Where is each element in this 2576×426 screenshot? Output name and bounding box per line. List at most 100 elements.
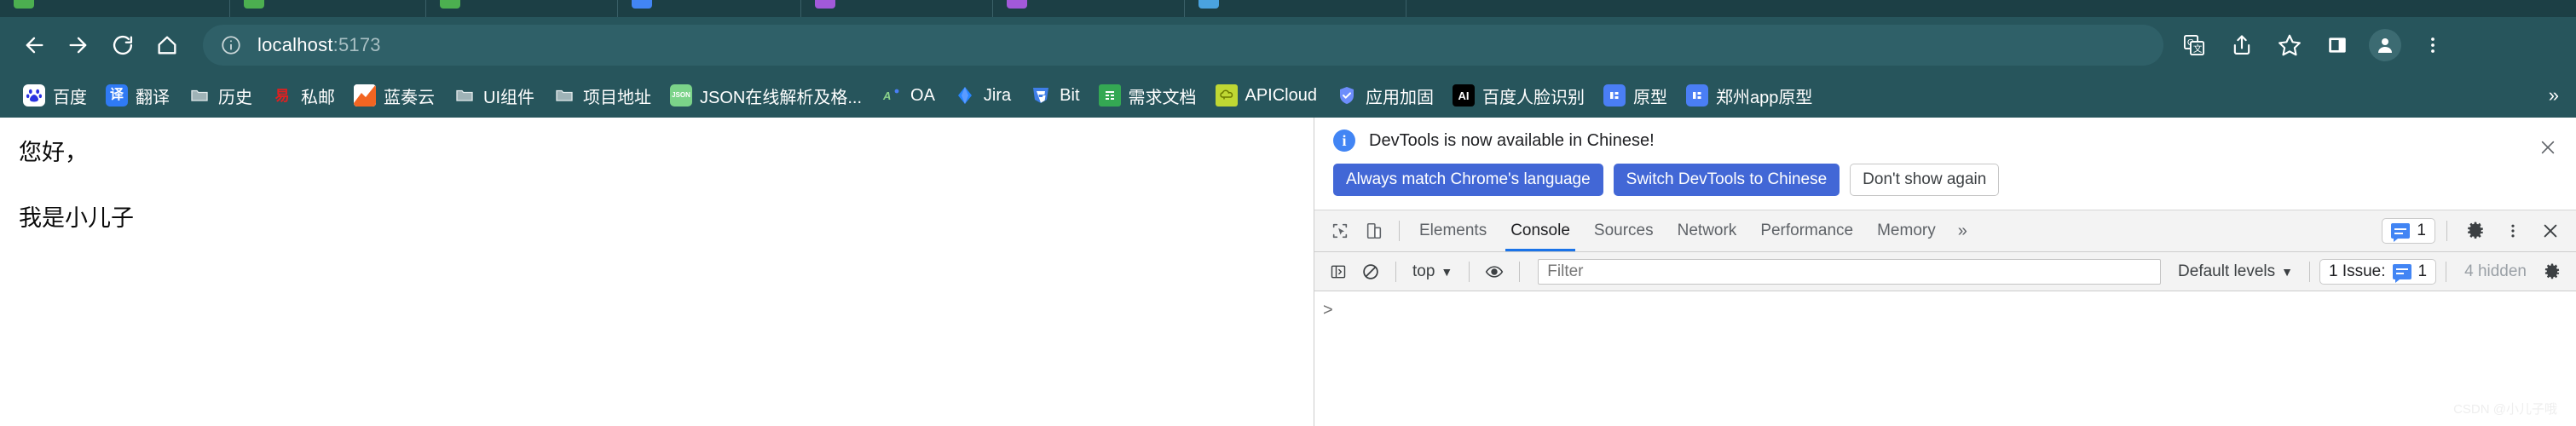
hidden-messages-label: 4 hidden — [2464, 262, 2527, 280]
switch-devtools-to-chinese-button[interactable]: Switch DevTools to Chinese — [1613, 164, 1840, 196]
console-prompt-row[interactable]: > — [1314, 300, 2576, 322]
avatar — [2369, 29, 2401, 61]
device-toolbar-icon[interactable] — [1357, 214, 1391, 248]
share-icon[interactable] — [2220, 23, 2264, 67]
execution-context-dropdown[interactable]: top ▼ — [1406, 262, 1459, 281]
bookmark-jira[interactable]: Jira — [944, 80, 1020, 111]
bookmark-lanzou[interactable]: 蓝奏云 — [344, 79, 444, 112]
issues-label: 1 Issue: — [2328, 262, 2386, 280]
tab-memory[interactable]: Memory — [1865, 210, 1948, 251]
browser-tab[interactable] — [801, 0, 993, 17]
devtools-tabbar-actions: 1 — [2382, 214, 2567, 248]
red-mail-icon: 易 — [274, 87, 290, 104]
info-icon: i — [1333, 130, 1355, 152]
tab-network[interactable]: Network — [1666, 210, 1749, 251]
bookmark-baidu[interactable]: 百度 — [14, 79, 96, 112]
json-icon: JSON — [670, 84, 692, 106]
gear-icon[interactable] — [2458, 214, 2492, 248]
bookmark-label: 百度 — [53, 88, 87, 107]
always-match-chrome-language-button[interactable]: Always match Chrome's language — [1333, 164, 1603, 196]
tab-sources[interactable]: Sources — [1582, 210, 1666, 251]
bookmark-mail[interactable]: 易 私邮 — [262, 79, 344, 112]
reload-button[interactable] — [101, 23, 145, 67]
bookmark-baidu-face-recognition[interactable]: AI 百度人脸识别 — [1443, 79, 1594, 112]
back-button[interactable] — [12, 23, 56, 67]
side-panel-icon[interactable] — [2315, 23, 2359, 67]
tab-performance[interactable]: Performance — [1748, 210, 1865, 251]
bookmark-label: Bit — [1060, 85, 1080, 105]
banner-message: DevTools is now available in Chinese! — [1369, 130, 1655, 150]
bit-icon — [1030, 84, 1052, 106]
clear-console-icon[interactable] — [1355, 256, 1386, 287]
bookmarks-overflow-button[interactable]: » — [2549, 86, 2559, 105]
console-output[interactable]: > CSDN @小儿子哦 — [1314, 291, 2576, 426]
bookmark-oa[interactable]: A OA — [871, 80, 944, 111]
divider — [2446, 221, 2447, 241]
lanzou-icon — [354, 84, 376, 106]
bookmark-label: 需求文档 — [1128, 88, 1197, 107]
bookmark-label: Jira — [983, 85, 1012, 105]
console-issues-button[interactable]: 1 Issue: 1 — [2319, 258, 2437, 285]
bookmark-label: 蓝奏云 — [384, 88, 435, 107]
issues-badge-button[interactable]: 1 — [2382, 218, 2435, 244]
home-button[interactable] — [145, 23, 189, 67]
bookmark-apicloud[interactable]: APICloud — [1206, 80, 1327, 111]
more-options-icon[interactable] — [2496, 214, 2530, 248]
tab-console[interactable]: Console — [1499, 210, 1582, 251]
bookmark-label: APICloud — [1245, 85, 1318, 105]
bookmark-ui-components-folder[interactable]: UI组件 — [444, 79, 544, 112]
purple-favicon — [1007, 0, 1027, 9]
address-bar[interactable]: localhost:5173 — [203, 25, 2163, 66]
tab-strip[interactable] — [0, 0, 2576, 17]
live-expression-icon[interactable] — [1479, 256, 1510, 287]
profile-avatar-icon[interactable] — [2363, 23, 2407, 67]
forward-button[interactable] — [56, 23, 101, 67]
bookmark-star-icon[interactable] — [2267, 23, 2312, 67]
log-levels-label: Default levels — [2178, 262, 2276, 280]
page-viewport: 您好， 我是小儿子 — [0, 118, 1314, 426]
console-settings-gear-icon[interactable] — [2537, 256, 2567, 287]
bookmark-zhengzhou-app-prototype[interactable]: 郑州app原型 — [1677, 79, 1822, 112]
browser-tab[interactable] — [1185, 0, 1406, 17]
browser-tab[interactable] — [618, 0, 801, 17]
browser-chrome: localhost:5173 G文 — [0, 0, 2576, 118]
console-prompt-caret: > — [1323, 301, 1333, 320]
jira-icon — [954, 84, 976, 106]
tab-elements[interactable]: Elements — [1407, 210, 1499, 251]
inspect-element-icon[interactable] — [1323, 214, 1357, 248]
baidu-paw-icon — [23, 84, 45, 106]
chevron-down-icon: ▼ — [1441, 264, 1453, 279]
log-levels-dropdown[interactable]: Default levels ▼ — [2171, 262, 2300, 281]
browser-tab[interactable] — [230, 0, 426, 17]
close-icon[interactable] — [2535, 135, 2561, 160]
bookmark-json-parser[interactable]: JSON JSON在线解析及格... — [661, 79, 871, 112]
bookmark-app-hardening[interactable]: 应用加固 — [1326, 79, 1443, 112]
bookmark-bit[interactable]: Bit — [1020, 80, 1089, 111]
dont-show-again-button[interactable]: Don't show again — [1850, 164, 2000, 196]
bookmark-label: UI组件 — [483, 88, 534, 107]
axure-icon — [1603, 84, 1626, 106]
browser-tab[interactable] — [0, 0, 230, 17]
devtools-language-banner: i DevTools is now available in Chinese! … — [1314, 118, 2576, 210]
bookmark-label: 翻译 — [136, 88, 170, 107]
bookmark-translate[interactable]: 译 翻译 — [96, 79, 179, 112]
bookmark-requirements-doc[interactable]: 需求文档 — [1089, 79, 1206, 112]
chrome-menu-icon[interactable] — [2411, 23, 2455, 67]
devtools-tab-bar: Elements Console Sources Network Perform… — [1314, 210, 2576, 252]
bookmark-history-folder[interactable]: 历史 — [179, 79, 262, 112]
info-circle-icon[interactable] — [220, 34, 242, 56]
browser-tab[interactable] — [993, 0, 1185, 17]
browser-tab[interactable] — [426, 0, 618, 17]
axure-icon — [1686, 84, 1708, 106]
console-sidebar-icon[interactable] — [1323, 256, 1354, 287]
bookmark-label: 百度人脸识别 — [1482, 88, 1585, 107]
translate-icon[interactable]: G文 — [2172, 23, 2216, 67]
issues-count: 1 — [2417, 262, 2428, 280]
bookmark-project-url-folder[interactable]: 项目地址 — [544, 79, 661, 112]
toolbar-actions: G文 — [2172, 23, 2455, 67]
console-filter-input[interactable] — [1538, 258, 2162, 285]
bookmark-prototype[interactable]: 原型 — [1594, 79, 1677, 112]
more-tabs-icon[interactable]: » — [1948, 222, 1978, 241]
console-input[interactable] — [1342, 302, 2567, 320]
close-devtools-icon[interactable] — [2533, 214, 2567, 248]
